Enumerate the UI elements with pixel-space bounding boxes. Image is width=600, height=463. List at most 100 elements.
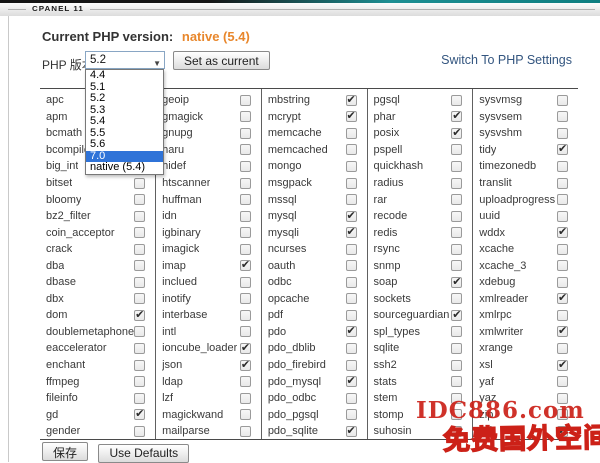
dropdown-option[interactable]: 5.4 [86,116,163,128]
extension-checkbox[interactable] [346,393,357,404]
extension-checkbox[interactable] [451,194,462,205]
extension-checkbox[interactable] [240,128,251,139]
extension-checkbox[interactable] [557,326,568,337]
extension-checkbox[interactable] [240,426,251,437]
php-version-select[interactable]: 5.2 ▼ [85,51,165,69]
extension-checkbox[interactable] [134,260,145,271]
extension-checkbox[interactable] [240,376,251,387]
extension-checkbox[interactable] [240,360,251,371]
extension-checkbox[interactable] [557,161,568,172]
switch-to-php-settings-link[interactable]: Switch To PHP Settings [441,53,572,67]
extension-checkbox[interactable] [134,409,145,420]
extension-checkbox[interactable] [346,343,357,354]
extension-checkbox[interactable] [240,178,251,189]
extension-checkbox[interactable] [134,194,145,205]
extension-checkbox[interactable] [346,144,357,155]
extension-checkbox[interactable] [240,293,251,304]
extension-checkbox[interactable] [557,95,568,106]
extension-checkbox[interactable] [134,393,145,404]
extension-checkbox[interactable] [346,244,357,255]
php-version-dropdown-list[interactable]: 4.45.15.25.35.45.55.67.0native (5.4) [85,69,164,175]
extension-checkbox[interactable] [451,343,462,354]
extension-checkbox[interactable] [240,244,251,255]
extension-checkbox[interactable] [134,376,145,387]
extension-checkbox[interactable] [451,95,462,106]
extension-checkbox[interactable] [557,343,568,354]
extension-checkbox[interactable] [557,144,568,155]
extension-checkbox[interactable] [346,194,357,205]
dropdown-option[interactable]: 4.4 [86,70,163,82]
extension-checkbox[interactable] [346,277,357,288]
extension-checkbox[interactable] [346,426,357,437]
extension-checkbox[interactable] [240,95,251,106]
extension-checkbox[interactable] [346,293,357,304]
extension-checkbox[interactable] [346,95,357,106]
extension-checkbox[interactable] [346,260,357,271]
extension-checkbox[interactable] [557,277,568,288]
extension-checkbox[interactable] [557,194,568,205]
extension-checkbox[interactable] [240,161,251,172]
extension-checkbox[interactable] [557,128,568,139]
extension-checkbox[interactable] [451,227,462,238]
extension-checkbox[interactable] [346,128,357,139]
extension-checkbox[interactable] [240,393,251,404]
extension-checkbox[interactable] [134,360,145,371]
extension-checkbox[interactable] [134,293,145,304]
extension-checkbox[interactable] [557,244,568,255]
extension-checkbox[interactable] [451,211,462,222]
extension-checkbox[interactable] [557,293,568,304]
extension-checkbox[interactable] [240,144,251,155]
extension-checkbox[interactable] [134,227,145,238]
extension-checkbox[interactable] [240,310,251,321]
extension-checkbox[interactable] [240,194,251,205]
extension-checkbox[interactable] [134,343,145,354]
set-as-current-button[interactable]: Set as current [173,51,270,70]
extension-checkbox[interactable] [557,211,568,222]
extension-checkbox[interactable] [451,244,462,255]
extension-checkbox[interactable] [134,244,145,255]
extension-checkbox[interactable] [451,128,462,139]
extension-checkbox[interactable] [557,111,568,122]
extension-checkbox[interactable] [346,360,357,371]
extension-checkbox[interactable] [346,111,357,122]
extension-checkbox[interactable] [557,227,568,238]
extension-checkbox[interactable] [134,277,145,288]
extension-checkbox[interactable] [240,343,251,354]
extension-checkbox[interactable] [240,409,251,420]
extension-checkbox[interactable] [346,376,357,387]
extension-checkbox[interactable] [451,161,462,172]
dropdown-option[interactable]: 5.6 [86,139,163,151]
extension-checkbox[interactable] [557,360,568,371]
extension-checkbox[interactable] [240,326,251,337]
extension-checkbox[interactable] [346,310,357,321]
extension-checkbox[interactable] [346,178,357,189]
extension-checkbox[interactable] [451,293,462,304]
extension-checkbox[interactable] [451,178,462,189]
extension-checkbox[interactable] [451,260,462,271]
extension-checkbox[interactable] [240,227,251,238]
dropdown-option[interactable]: native (5.4) [86,162,163,174]
extension-checkbox[interactable] [451,326,462,337]
extension-checkbox[interactable] [451,144,462,155]
extension-checkbox[interactable] [134,310,145,321]
extension-checkbox[interactable] [451,310,462,321]
extension-checkbox[interactable] [451,111,462,122]
extension-checkbox[interactable] [134,426,145,437]
extension-checkbox[interactable] [346,211,357,222]
extension-checkbox[interactable] [240,211,251,222]
extension-checkbox[interactable] [346,227,357,238]
extension-checkbox[interactable] [240,277,251,288]
extension-checkbox[interactable] [346,326,357,337]
extension-checkbox[interactable] [557,376,568,387]
extension-checkbox[interactable] [240,111,251,122]
extension-checkbox[interactable] [346,409,357,420]
extension-checkbox[interactable] [240,260,251,271]
extension-checkbox[interactable] [557,178,568,189]
extension-checkbox[interactable] [346,161,357,172]
extension-checkbox[interactable] [134,326,145,337]
extension-checkbox[interactable] [134,211,145,222]
extension-checkbox[interactable] [451,376,462,387]
extension-checkbox[interactable] [451,277,462,288]
extension-checkbox[interactable] [557,260,568,271]
dropdown-option[interactable]: 5.2 [86,93,163,105]
